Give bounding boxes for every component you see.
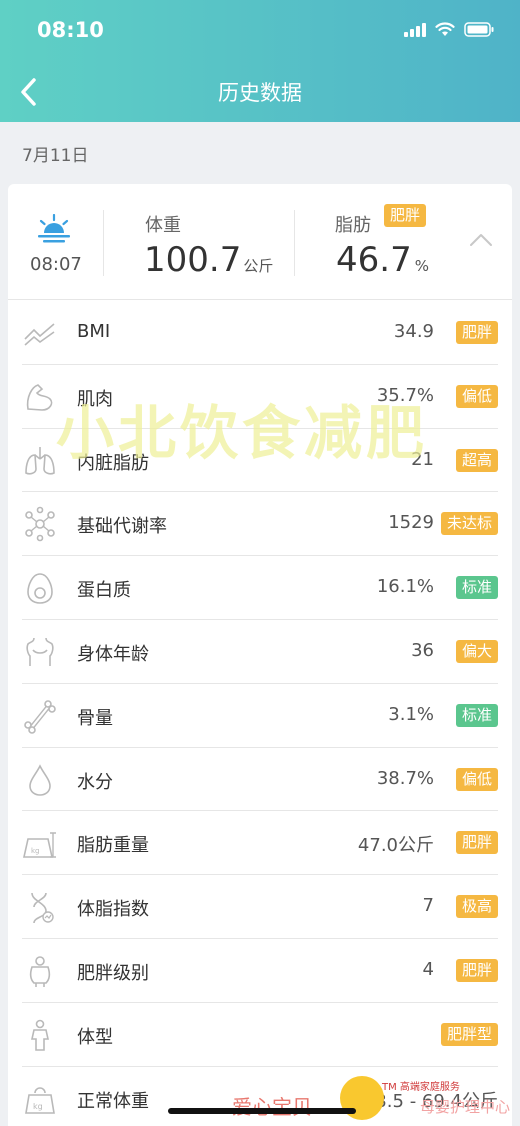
metric-row[interactable]: 身体年龄 36 偏大 [22,620,498,684]
lungs-icon [22,443,58,479]
metric-value: 3.1% [388,703,434,725]
metric-label: 体脂指数 [77,899,149,921]
metric-label: 体型 [77,1026,113,1048]
bone-icon [22,698,58,734]
metric-row[interactable]: 肌肉 35.7% 偏低 [22,365,498,429]
metric-row[interactable]: 骨量 3.1% 标准 [22,684,498,748]
status-badge: 肥胖 [455,958,498,982]
status-time: 08:10 [37,18,104,42]
metric-value: 1529 [388,512,434,534]
metric-value: 16.1% [376,576,434,598]
metric-row[interactable]: BMI 34.9 肥胖 [22,301,498,365]
metric-value: 38.7% [376,767,434,789]
status-badge: 肥胖 [455,831,498,855]
trend-icon [22,315,58,351]
metric-value: 21 [411,448,434,470]
metric-label: 水分 [77,771,113,793]
metric-row[interactable]: 体型 肥胖型 [22,1003,498,1067]
metric-label: 脂肪重量 [77,835,149,857]
fat-label: 脂肪 [335,215,371,236]
weight-number: 100.7 [144,240,242,280]
weight-unit: 公斤 [243,257,274,275]
muscle-icon [22,379,58,415]
status-badge: 肥胖型 [440,1022,498,1046]
metric-value: 4 [422,958,434,980]
status-badge: 偏大 [455,639,498,663]
person-icon [22,1017,58,1053]
status-badge: 标准 [455,703,498,727]
water-drop-icon [22,762,58,798]
metric-row[interactable]: kg 脂肪重量 47.0公斤 肥胖 [22,811,498,876]
egg-icon [22,570,58,606]
metric-row[interactable]: 基础代谢率 1529 未达标 [22,492,498,557]
home-indicator[interactable] [168,1108,356,1114]
dna-icon [22,889,58,925]
status-badge: 偏低 [455,767,498,791]
svg-text:kg: kg [31,847,40,855]
fat-unit: % [414,257,429,275]
metric-value: 34.9 [393,321,434,342]
sunrise-icon [36,213,72,248]
nav-bar: 历史数据 [0,62,520,122]
measure-time: 08:07 [30,254,82,275]
metric-label: 基础代谢率 [77,516,167,538]
metric-value: 35.7% [376,384,434,406]
metric-label: 肥胖级别 [77,962,149,984]
fat-status-badge: 肥胖 [384,204,427,227]
weight-label: 体重 [145,215,181,236]
metric-row[interactable]: 体脂指数 7 极高 [22,875,498,939]
metric-list: BMI 34.9 肥胖 肌肉 35.7% 偏低 内脏脂肪 21 超高 基础代谢率 1529 未达标 蛋白… [22,301,498,1126]
fat-value: 46.7% [336,240,429,280]
signal-icon [404,22,426,37]
status-badge: 未达标 [440,512,498,536]
status-icons [404,22,494,37]
summary-section: 08:07 体重 100.7 公斤 脂肪 肥胖 46.7% [8,184,512,300]
page-title: 历史数据 [218,81,302,105]
header-bar: 08:10 历史数据 [0,0,520,122]
metric-label: 蛋白质 [77,580,131,602]
metric-row[interactable]: kg 正常体重 53.5 - 69.4公斤 [22,1067,498,1126]
wifi-icon [435,22,455,37]
chevron-up-icon [470,234,492,246]
body-icon [22,634,58,670]
metric-row[interactable]: 肥胖级别 4 肥胖 [22,939,498,1003]
kg-weight-icon: kg [22,1081,58,1117]
metric-label: 内脏脂肪 [77,452,149,474]
status-badge: 超高 [455,448,498,472]
metric-label: 骨量 [77,707,113,729]
metric-label: 身体年龄 [77,643,149,665]
status-bar: 08:10 [0,0,520,62]
fat-number: 46.7 [336,240,412,280]
status-badge: 极高 [455,895,498,919]
scale-weight-icon: kg [22,825,58,861]
status-badge: 标准 [455,576,498,600]
metric-label: 正常体重 [77,1090,149,1112]
collapse-button[interactable] [468,232,498,256]
date-label: 7月11日 [22,146,89,166]
divider [103,210,104,276]
metric-value: 47.0公斤 [357,835,434,857]
status-badge: 肥胖 [455,321,498,344]
metric-value: 36 [411,639,434,661]
metric-value: 53.5 - 69.4公斤 [363,1090,498,1112]
metric-label: BMI [77,321,111,342]
metric-row[interactable]: 内脏脂肪 21 超高 [22,429,498,493]
person-level-icon [22,953,58,989]
status-badge: 偏低 [455,384,498,408]
metric-value: 7 [422,895,434,917]
metric-row[interactable]: 蛋白质 16.1% 标准 [22,556,498,620]
battery-icon [464,22,494,37]
divider [294,210,295,276]
record-card: 08:07 体重 100.7 公斤 脂肪 肥胖 46.7% BMI 34.9 肥胖 肌肉… [8,184,512,1126]
svg-text:kg: kg [33,1102,43,1111]
molecule-icon [22,506,58,542]
metric-row[interactable]: 水分 38.7% 偏低 [22,748,498,812]
metric-label: 肌肉 [77,388,113,410]
weight-value: 100.7 公斤 [144,240,273,280]
